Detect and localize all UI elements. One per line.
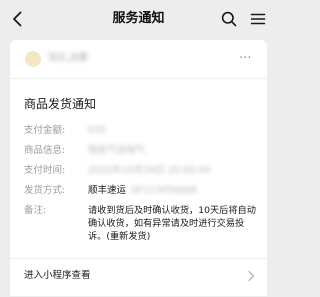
field-value: 顺丰速运 SF123456666 (88, 184, 258, 198)
search-icon[interactable] (220, 10, 238, 28)
open-mini-program-link[interactable]: 进入小程序查看 (10, 258, 267, 297)
field-value: 2022年10月28日 20:00:04 (88, 165, 211, 176)
tracking-number: SF123456666 (131, 185, 197, 196)
chevron-right-icon (248, 270, 255, 282)
courier-name: 顺丰速运 (88, 185, 127, 196)
field-label: 支付金额: (24, 125, 66, 136)
field-label: 备注: (24, 205, 47, 216)
more-horizontal-icon[interactable]: ··· (239, 52, 257, 66)
field-value: ¥35 (88, 125, 107, 136)
field-value: 请收到货后及时确认收货，10天后将自动确认收货，如有异常请及时进行交易投诉。(重… (88, 205, 256, 242)
app-name[interactable]: 现礼决赛 (48, 52, 88, 66)
field-value: 微信气泡淘气 (88, 145, 146, 156)
notification-card: 现礼决赛 ··· 商品发货通知 支付金额: ¥35 商品信息: 微信气泡淘气 支… (10, 40, 267, 296)
notice-title: 商品发货通知 (24, 97, 97, 111)
navigation-bar: 服务通知 (0, 0, 277, 38)
field-label: 支付时间: (24, 165, 66, 176)
app-avatar[interactable] (25, 51, 41, 67)
card-header: 现礼决赛 ··· (10, 40, 267, 79)
field-label: 商品信息: (24, 145, 66, 156)
footer-label: 进入小程序查看 (24, 270, 91, 281)
hamburger-menu-icon[interactable] (249, 10, 267, 28)
field-label: 发货方式: (24, 185, 66, 196)
